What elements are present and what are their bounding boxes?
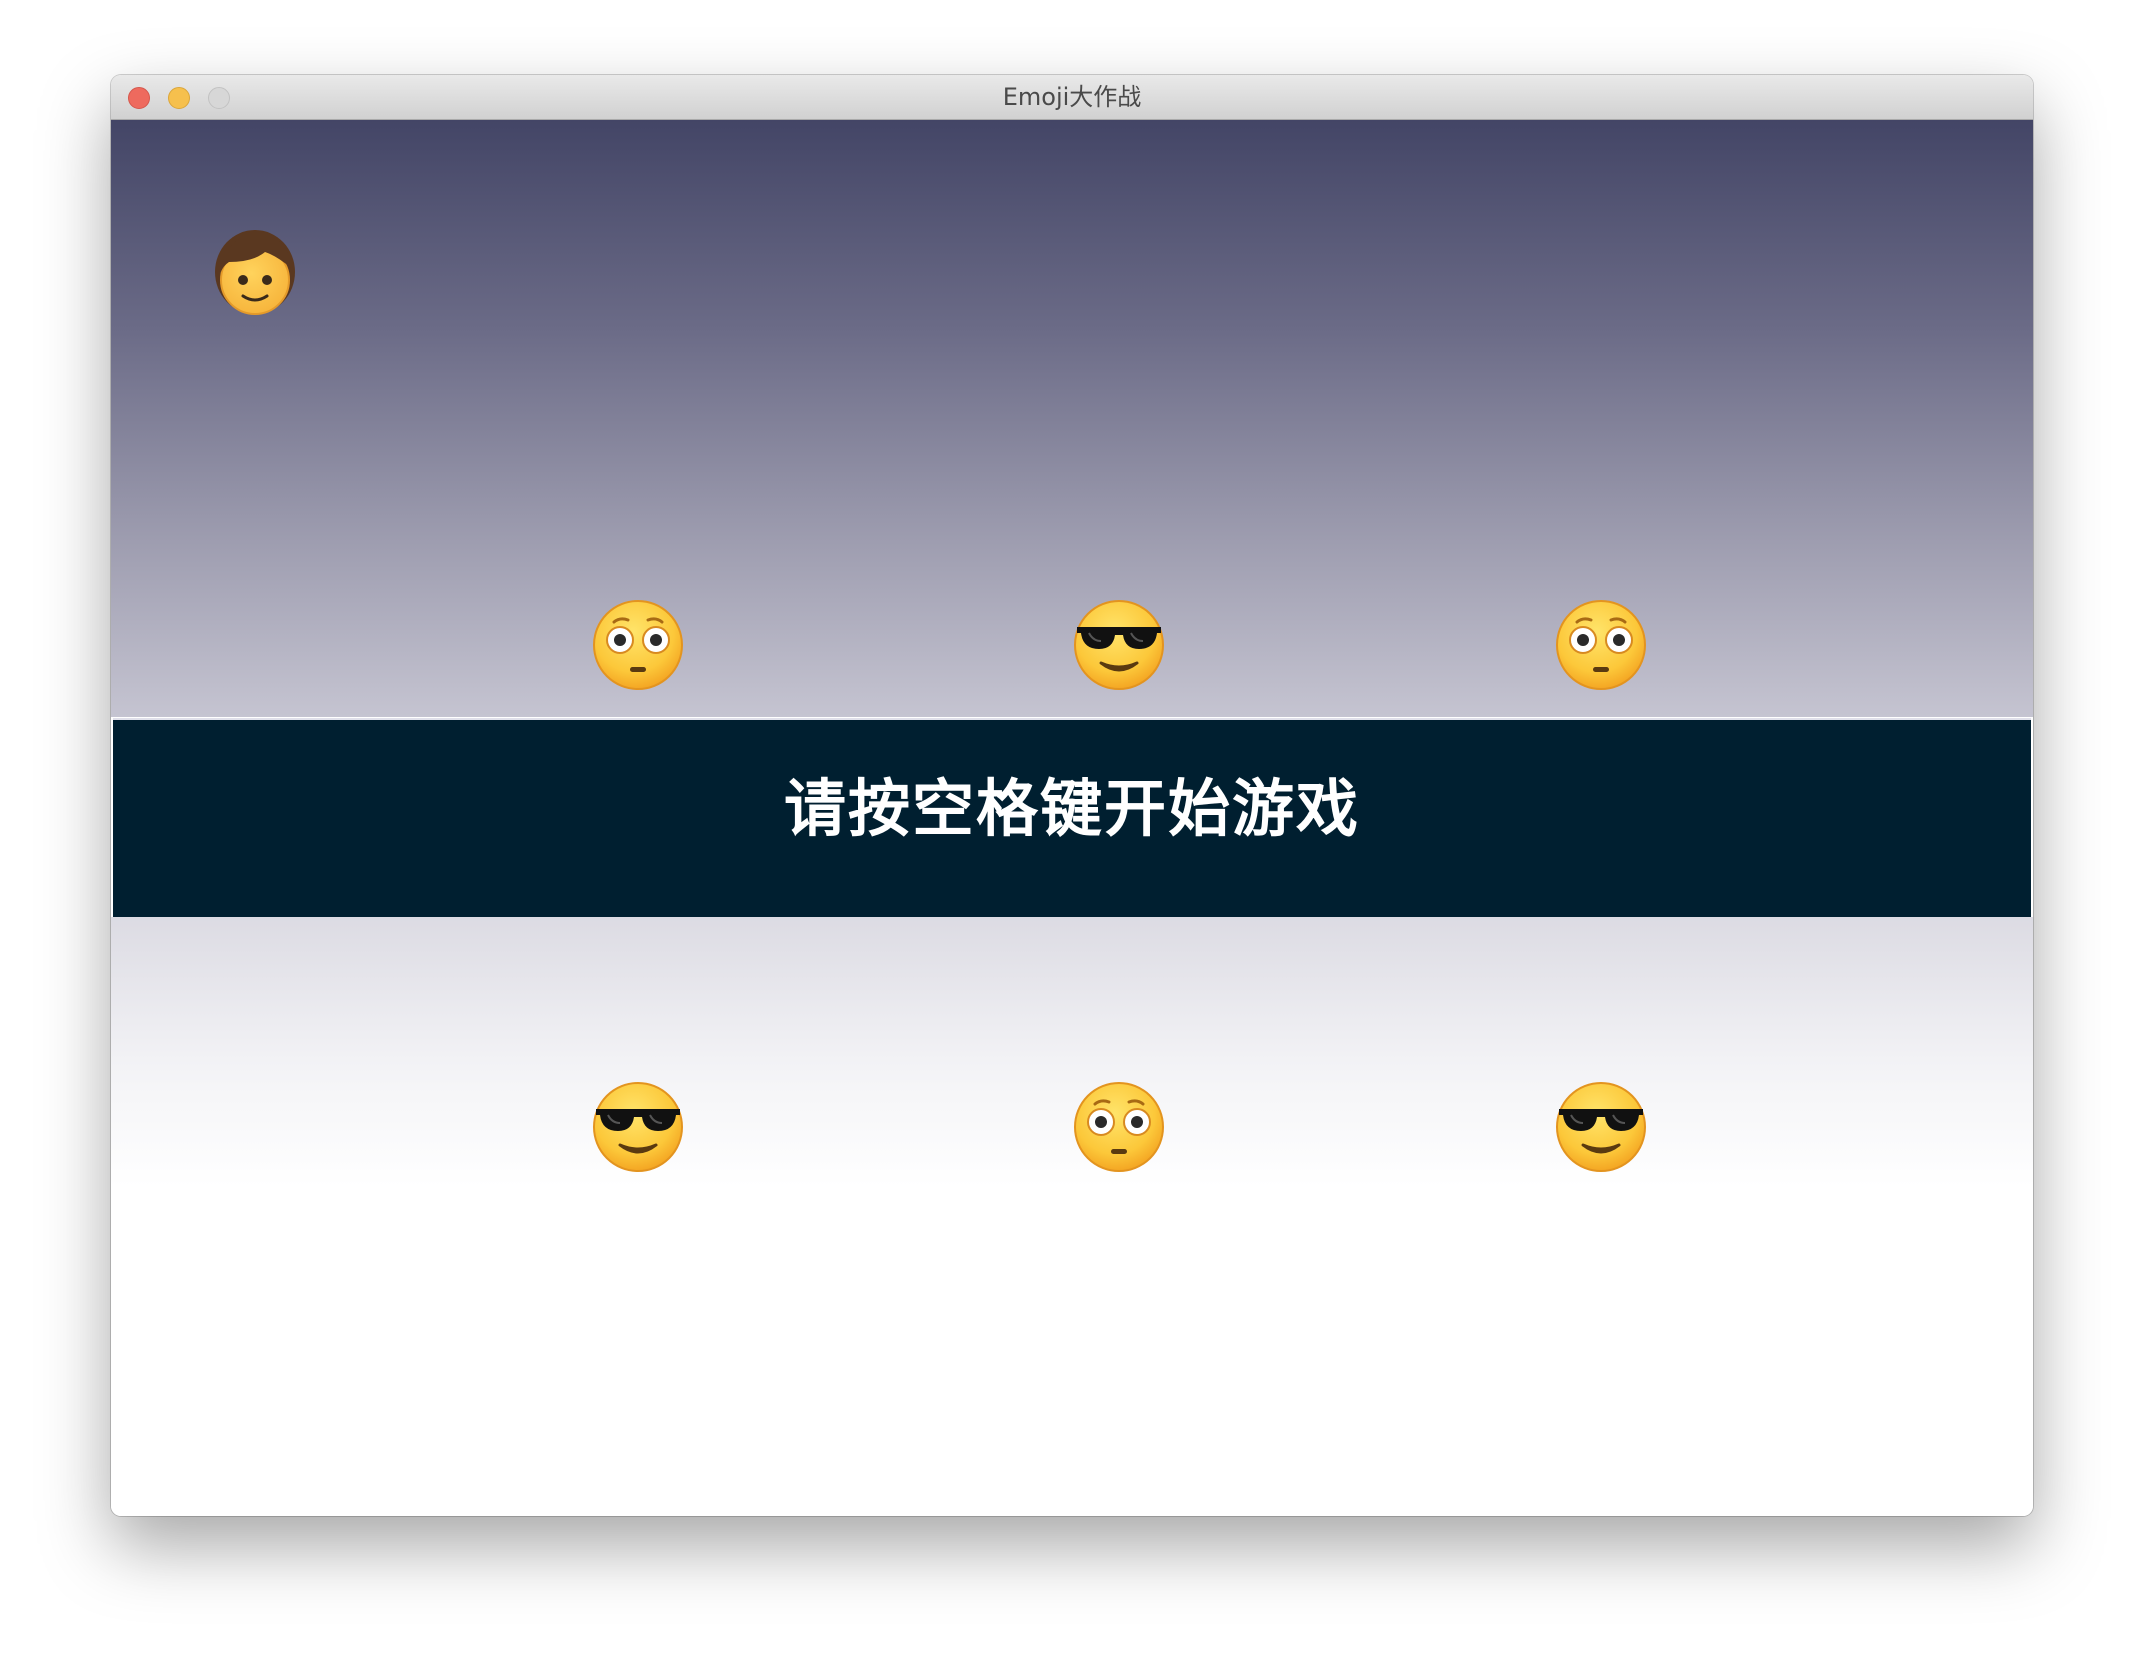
ground-area (111, 917, 2033, 1516)
flushed-face-icon (593, 600, 683, 690)
title-bar[interactable]: Emoji大作战 (111, 75, 2033, 120)
start-game-banner: 请按空格键开始游戏 (113, 718, 2031, 917)
flushed-face-icon (1556, 600, 1646, 690)
start-prompt-text: 请按空格键开始游戏 (783, 772, 1360, 845)
flushed-face-icon (1074, 1082, 1164, 1172)
sunglasses-face-icon (1074, 600, 1164, 690)
person-emoji-icon (215, 230, 295, 315)
game-window: Emoji大作战 请按空格键开始游戏 (111, 75, 2033, 1516)
sunglasses-face-icon (593, 1082, 683, 1172)
window-title: Emoji大作战 (1002, 83, 1142, 111)
sunglasses-face-icon (1556, 1082, 1646, 1172)
